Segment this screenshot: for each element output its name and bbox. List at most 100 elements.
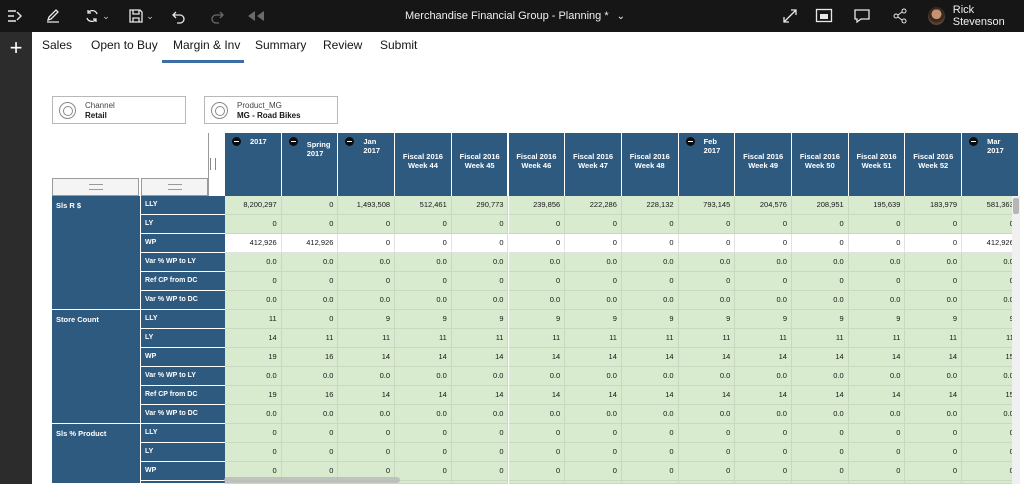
grid-cell[interactable]: 9 xyxy=(338,310,396,329)
grid-cell[interactable]: 0.0 xyxy=(905,405,963,424)
grid-cell[interactable]: 14 xyxy=(621,386,679,405)
grid-cell[interactable]: 0.0 xyxy=(338,291,396,310)
grid-cell[interactable]: 14 xyxy=(905,386,963,405)
grid-cell[interactable]: 0 xyxy=(508,443,566,462)
grid-cell[interactable]: 14 xyxy=(735,348,792,367)
grid-cell[interactable]: 581,363 xyxy=(962,196,1019,215)
grid-cell[interactable]: 0.0 xyxy=(678,405,736,424)
grid-cell[interactable]: 0 xyxy=(508,424,566,443)
grid-cell[interactable]: 0.0 xyxy=(792,367,849,386)
grid-cell[interactable]: 0 xyxy=(621,462,679,481)
grid-cell[interactable]: 0 xyxy=(565,215,622,234)
row-header[interactable]: LLY xyxy=(140,196,225,215)
grid-cell[interactable]: 204,576 xyxy=(735,196,792,215)
save-menu-button[interactable]: ⌄ xyxy=(124,0,158,32)
grid-cell[interactable]: 14 xyxy=(792,348,849,367)
grid-cell[interactable]: 0 xyxy=(281,196,339,215)
grid-cell[interactable]: 14 xyxy=(565,386,622,405)
grid-cell[interactable]: 0 xyxy=(792,234,849,253)
column-drag-handle-icon[interactable] xyxy=(210,158,216,170)
grid-cell[interactable]: 14 xyxy=(395,386,452,405)
grid-cell[interactable]: 11 xyxy=(395,329,452,348)
grid-cell[interactable]: 9 xyxy=(678,310,736,329)
grid-cell[interactable]: 11 xyxy=(905,329,963,348)
row-header[interactable]: LLY xyxy=(140,310,225,329)
grid-cell[interactable]: 15 xyxy=(962,386,1019,405)
row-dimension-handle[interactable] xyxy=(141,178,208,196)
grid-cell[interactable]: 0 xyxy=(395,234,452,253)
grid-cell[interactable]: 8,200,297 xyxy=(225,196,282,215)
grid-cell[interactable]: 0 xyxy=(338,443,396,462)
grid-cell[interactable]: 0.0 xyxy=(395,253,452,272)
grid-cell[interactable]: 0.0 xyxy=(678,367,736,386)
column-header[interactable]: Fiscal 2016 Week 52 xyxy=(905,133,963,196)
scrollbar-thumb[interactable] xyxy=(1013,198,1019,214)
vertical-scrollbar[interactable] xyxy=(1012,196,1020,484)
grid-cell[interactable]: 0 xyxy=(281,443,339,462)
grid-cell[interactable]: 0.0 xyxy=(735,367,792,386)
grid-cell[interactable]: 0.0 xyxy=(905,253,963,272)
row-group-header[interactable]: Sls % Product xyxy=(52,424,140,484)
collapse-icon[interactable] xyxy=(345,137,355,146)
grid-cell[interactable]: 11 xyxy=(678,329,736,348)
grid-cell[interactable]: 14 xyxy=(848,386,906,405)
grid-cell[interactable]: 0.0 xyxy=(281,367,339,386)
present-icon[interactable] xyxy=(812,0,836,32)
grid-cell[interactable]: 9 xyxy=(792,310,849,329)
grid-cell[interactable]: 0 xyxy=(451,443,509,462)
tab-summary[interactable]: Summary xyxy=(255,38,306,52)
expand-icon[interactable] xyxy=(778,0,802,32)
grid-cell[interactable]: 0 xyxy=(338,234,396,253)
grid-cell[interactable]: 14 xyxy=(848,348,906,367)
grid-cell[interactable]: 0.0 xyxy=(338,253,396,272)
column-header[interactable]: Fiscal 2016 Week 47 xyxy=(565,133,622,196)
grid-cell[interactable]: 0 xyxy=(792,272,849,291)
grid-cell[interactable]: 0 xyxy=(565,424,622,443)
grid-cell[interactable]: 0 xyxy=(338,272,396,291)
grid-cell[interactable]: 0 xyxy=(565,272,622,291)
grid-cell[interactable]: 0 xyxy=(678,462,736,481)
grid-cell[interactable]: 0 xyxy=(905,234,963,253)
row-header[interactable]: Var % WP to LY xyxy=(140,253,225,272)
grid-cell[interactable]: 9 xyxy=(962,310,1019,329)
grid-cell[interactable]: 11 xyxy=(281,329,339,348)
grid-cell[interactable]: 0 xyxy=(565,462,622,481)
grid-cell[interactable]: 0.0 xyxy=(565,253,622,272)
grid-cell[interactable]: 222,286 xyxy=(565,196,622,215)
row-header[interactable]: WP xyxy=(140,348,225,367)
grid-cell[interactable]: 793,145 xyxy=(678,196,736,215)
grid-cell[interactable]: 0 xyxy=(678,424,736,443)
grid-cell[interactable]: 0 xyxy=(451,462,509,481)
grid-cell[interactable]: 290,773 xyxy=(451,196,509,215)
grid-cell[interactable]: 0.0 xyxy=(395,405,452,424)
grid-cell[interactable]: 0 xyxy=(451,272,509,291)
grid-cell[interactable]: 0 xyxy=(395,443,452,462)
grid-cell[interactable]: 11 xyxy=(338,329,396,348)
grid-cell[interactable]: 0.0 xyxy=(451,405,509,424)
grid-cell[interactable]: 0.0 xyxy=(508,367,566,386)
grid-cell[interactable]: 0 xyxy=(281,424,339,443)
collapse-icon[interactable] xyxy=(685,137,695,146)
grid-cell[interactable]: 0.0 xyxy=(451,367,509,386)
grid-cell[interactable]: 0.0 xyxy=(848,405,906,424)
grid-cell[interactable]: 0 xyxy=(508,272,566,291)
grid-cell[interactable]: 0 xyxy=(735,424,792,443)
grid-cell[interactable]: 15 xyxy=(962,348,1019,367)
collapse-icon[interactable] xyxy=(288,137,298,146)
grid-cell[interactable]: 0 xyxy=(281,310,339,329)
grid-cell[interactable]: 0 xyxy=(848,272,906,291)
grid-cell[interactable]: 0 xyxy=(621,443,679,462)
column-header[interactable]: Feb 2017 xyxy=(678,133,736,196)
column-header[interactable]: 2017 xyxy=(225,133,282,196)
grid-cell[interactable]: 0 xyxy=(962,462,1019,481)
grid-cell[interactable]: 0.0 xyxy=(735,291,792,310)
column-header[interactable]: Fiscal 2016 Week 50 xyxy=(792,133,849,196)
collapse-icon[interactable] xyxy=(969,137,979,146)
grid-cell[interactable]: 0 xyxy=(905,272,963,291)
grid-cell[interactable]: 11 xyxy=(565,329,622,348)
grid-cell[interactable]: 0 xyxy=(395,462,452,481)
grid-cell[interactable]: 0.0 xyxy=(508,253,566,272)
grid-cell[interactable]: 0.0 xyxy=(621,405,679,424)
grid-cell[interactable]: 0 xyxy=(225,424,282,443)
grid-cell[interactable]: 0.0 xyxy=(225,253,282,272)
